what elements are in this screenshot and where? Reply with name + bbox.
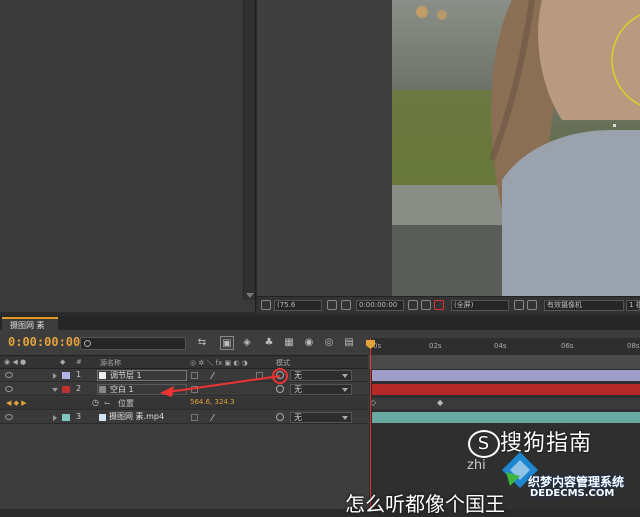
label-column-icon: ◆	[60, 358, 66, 366]
source-name-header[interactable]: 源名称	[100, 358, 121, 368]
composition-preview[interactable]	[392, 0, 640, 296]
search-icon	[84, 340, 91, 347]
current-timecode[interactable]: 0:00:00:00	[8, 335, 80, 349]
ruler-tick: 08s	[627, 342, 640, 350]
keyframe-navigator-icon[interactable]: ◀ ◆ ▶	[6, 399, 27, 407]
layer-label-swatch[interactable]	[62, 386, 70, 393]
grid-icon[interactable]	[327, 300, 337, 310]
layer-mode-dropdown[interactable]: 无	[290, 384, 352, 395]
av-features-icon: ◉ ◀ ●	[4, 358, 27, 366]
ruler-tick: 04s	[494, 342, 507, 350]
layer-mode-dropdown[interactable]: 无	[290, 412, 352, 423]
adjustment-layer-icon	[99, 372, 106, 379]
region-icon[interactable]	[514, 300, 524, 310]
keyframe-icon[interactable]: ◆	[437, 398, 443, 407]
time-ruler[interactable]: 0s 02s 04s 06s 08s	[369, 338, 640, 355]
footage-file-icon	[99, 414, 106, 421]
comp-flowchart-icon[interactable]: ▣	[220, 336, 234, 350]
layer-name[interactable]: 摄图网 素.mp4	[97, 412, 187, 423]
graph-toggle-icon[interactable]: ⌙	[104, 398, 111, 407]
channel-icon[interactable]	[434, 300, 444, 310]
switches-header: ◎ ✲ ＼ fx ▣ ◐ ◑	[190, 359, 248, 367]
layer-duration-bar[interactable]	[372, 370, 640, 381]
motion-blur-icon[interactable]: ◉	[302, 336, 316, 350]
tab-composition[interactable]: 摄图网 素	[2, 317, 58, 330]
stopwatch-icon[interactable]: ◷	[92, 398, 99, 407]
preview-image	[392, 0, 640, 296]
scroll-down-icon[interactable]	[246, 293, 254, 298]
layer-column-header: ◉ ◀ ● ◆ # 源名称 ◎ ✲ ＼ fx ▣ ◐ ◑ 模式	[0, 355, 368, 369]
mode-header[interactable]: 模式	[276, 358, 290, 368]
project-scrollbar[interactable]	[243, 0, 255, 300]
expand-triangle-icon[interactable]	[53, 415, 57, 421]
hide-shy-layers-icon[interactable]: ♣	[262, 336, 276, 350]
show-snapshot-icon[interactable]	[421, 300, 431, 310]
draft-3d-icon[interactable]: ◈	[240, 336, 254, 350]
parent-pickwhip-icon[interactable]	[276, 413, 284, 421]
layer-number: 1	[76, 370, 82, 379]
layer-label-swatch[interactable]	[62, 372, 70, 379]
view-layout-dropdown[interactable]: 1 视	[626, 300, 640, 311]
layer-number: 2	[76, 384, 82, 393]
work-area-bar[interactable]	[369, 355, 640, 369]
ruler-tick: 06s	[561, 342, 574, 350]
site-url-watermark: DEDECMS.COM	[530, 488, 615, 499]
graph-editor-icon[interactable]: ◎	[322, 336, 336, 350]
current-time-indicator[interactable]	[370, 338, 371, 509]
layer-label-swatch[interactable]	[62, 414, 70, 421]
visibility-eye-icon[interactable]	[5, 414, 13, 420]
current-time-field[interactable]: 0:00:00:00	[356, 300, 404, 311]
expand-triangle-icon[interactable]	[52, 388, 58, 392]
number-column-icon: #	[76, 358, 82, 366]
url-watermark: zhi	[467, 458, 486, 473]
transparency-grid-icon[interactable]	[527, 300, 537, 310]
quality-switch[interactable]	[209, 414, 222, 421]
snapshot-icon[interactable]	[408, 300, 418, 310]
zoom-dropdown[interactable]: (75.6	[274, 300, 322, 311]
layer-duration-bar[interactable]	[372, 412, 640, 423]
expand-triangle-icon[interactable]	[53, 373, 57, 379]
visibility-eye-icon[interactable]	[5, 386, 13, 392]
mini-flowchart-icon[interactable]: ⇆	[195, 336, 209, 350]
layer-row[interactable]: 3 摄图网 素.mp4 无	[0, 411, 368, 424]
viewer-toolbar: (75.6 0:00:00:00 (全屏) 有效摄像机 1 视	[257, 296, 640, 313]
shy-switch[interactable]	[191, 414, 198, 421]
property-name: 位置	[118, 399, 134, 408]
camera-dropdown[interactable]: 有效摄像机	[544, 300, 624, 311]
annotation-arrow	[160, 375, 281, 397]
layer-duration-bar[interactable]	[372, 384, 640, 395]
mask-icon[interactable]	[341, 300, 351, 310]
visibility-eye-icon[interactable]	[5, 372, 13, 378]
frame-blending-icon[interactable]: ▦	[282, 336, 296, 350]
project-panel	[0, 0, 256, 312]
video-subtitle: 怎么听都像个国王	[345, 492, 505, 516]
resolution-dropdown[interactable]: (全屏)	[451, 300, 509, 311]
layer-number: 3	[76, 412, 82, 421]
timeline-tabstrip	[0, 316, 640, 330]
layer-mode-dropdown[interactable]: 无	[290, 370, 352, 381]
brainstorm-icon[interactable]: ▤	[342, 336, 356, 350]
null-object-icon	[99, 386, 106, 393]
ruler-tick: 02s	[429, 342, 442, 350]
keyframe-track[interactable]: ◇ ◆	[370, 398, 640, 409]
always-preview-icon[interactable]	[261, 300, 271, 310]
layer-search-input[interactable]	[80, 337, 186, 350]
